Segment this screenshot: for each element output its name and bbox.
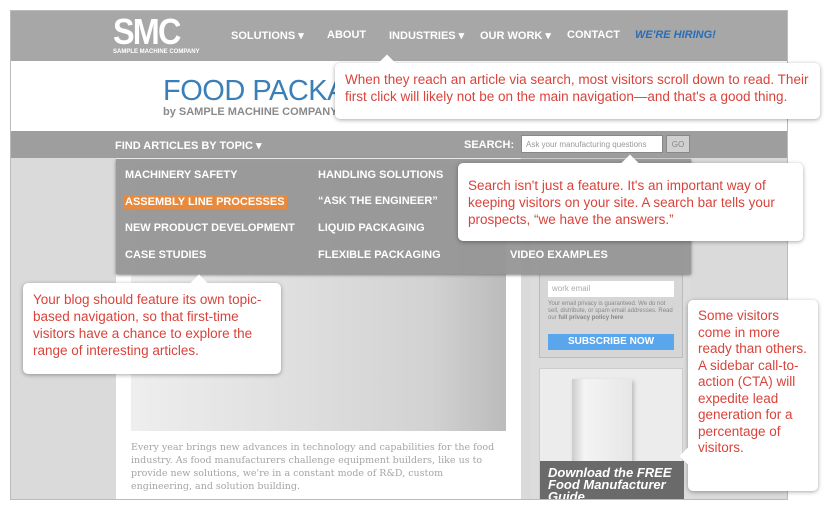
find-articles-by-topic-button[interactable]: FIND ARTICLES BY TOPIC ▾ — [115, 139, 262, 152]
nav-solutions[interactable]: SOLUTIONS ▾ — [231, 29, 304, 42]
topic-new-product-development[interactable]: NEW PRODUCT DEVELOPMENT — [125, 222, 295, 234]
privacy-note: Your email privacy is guaranteed. We do … — [548, 301, 676, 322]
article-paragraph: Every year brings new advances in techno… — [131, 442, 495, 492]
callout-cta-text: Some visitors come in more ready than ot… — [698, 308, 807, 455]
search-input[interactable]: Ask your manufacturing questions — [521, 135, 663, 153]
nav-hiring[interactable]: WE'RE HIRING! — [635, 29, 716, 41]
topic-video-examples[interactable]: VIDEO EXAMPLES — [510, 249, 608, 261]
callout-topics-text: Your blog should feature its own topic-b… — [33, 292, 262, 358]
nav-industries[interactable]: INDUSTRIES ▾ — [389, 29, 464, 42]
cta-box[interactable]: Download the FREE Food Manufacturer Guid… — [539, 368, 684, 499]
topic-case-studies[interactable]: CASE STUDIES — [125, 249, 206, 261]
blog-subtitle: by SAMPLE MACHINE COMPANY — [163, 106, 338, 118]
topic-flexible-packaging[interactable]: FLEXIBLE PACKAGING — [318, 249, 441, 261]
nav-our-work[interactable]: OUR WORK ▾ — [480, 29, 551, 42]
subscribe-button[interactable]: SUBSCRIBE NOW — [548, 334, 674, 350]
topic-machinery-safety[interactable]: MACHINERY SAFETY — [125, 169, 237, 181]
cta-label[interactable]: Download the FREE Food Manufacturer Guid… — [540, 461, 684, 499]
main-navigation: SMC SAMPLE MACHINE COMPANY SOLUTIONS ▾ A… — [11, 11, 787, 61]
callout-navigation: When they reach an article via search, m… — [335, 54, 820, 119]
callout-topics: Your blog should feature its own topic-b… — [23, 274, 281, 374]
nav-contact[interactable]: CONTACT — [567, 29, 620, 41]
topic-ask-the-engineer[interactable]: “ASK THE ENGINEER” — [318, 195, 438, 207]
search-label: SEARCH: — [464, 139, 515, 151]
topic-bar: FIND ARTICLES BY TOPIC ▾ SEARCH: Ask you… — [11, 131, 787, 158]
callout-search-text: Search isn't just a feature. It's an imp… — [468, 178, 775, 227]
callout-cta: Some visitors come in more ready than ot… — [679, 300, 818, 491]
logo-subtitle: SAMPLE MACHINE COMPANY — [113, 49, 200, 55]
callout-search: Search isn't just a feature. It's an imp… — [458, 154, 803, 241]
email-field[interactable]: work email — [548, 281, 674, 297]
topic-liquid-packaging[interactable]: LIQUID PACKAGING — [318, 222, 425, 234]
book-image — [572, 379, 632, 469]
go-button[interactable]: GO — [666, 135, 690, 153]
privacy-link[interactable]: full privacy policy here — [558, 315, 623, 321]
topic-handling-solutions[interactable]: HANDLING SOLUTIONS — [318, 169, 443, 181]
topic-assembly-line-processes[interactable]: ASSEMBLY LINE PROCESSES — [123, 195, 287, 209]
logo[interactable]: SMC — [113, 14, 181, 50]
callout-navigation-text: When they reach an article via search, m… — [345, 72, 809, 104]
nav-about[interactable]: ABOUT — [327, 29, 366, 41]
